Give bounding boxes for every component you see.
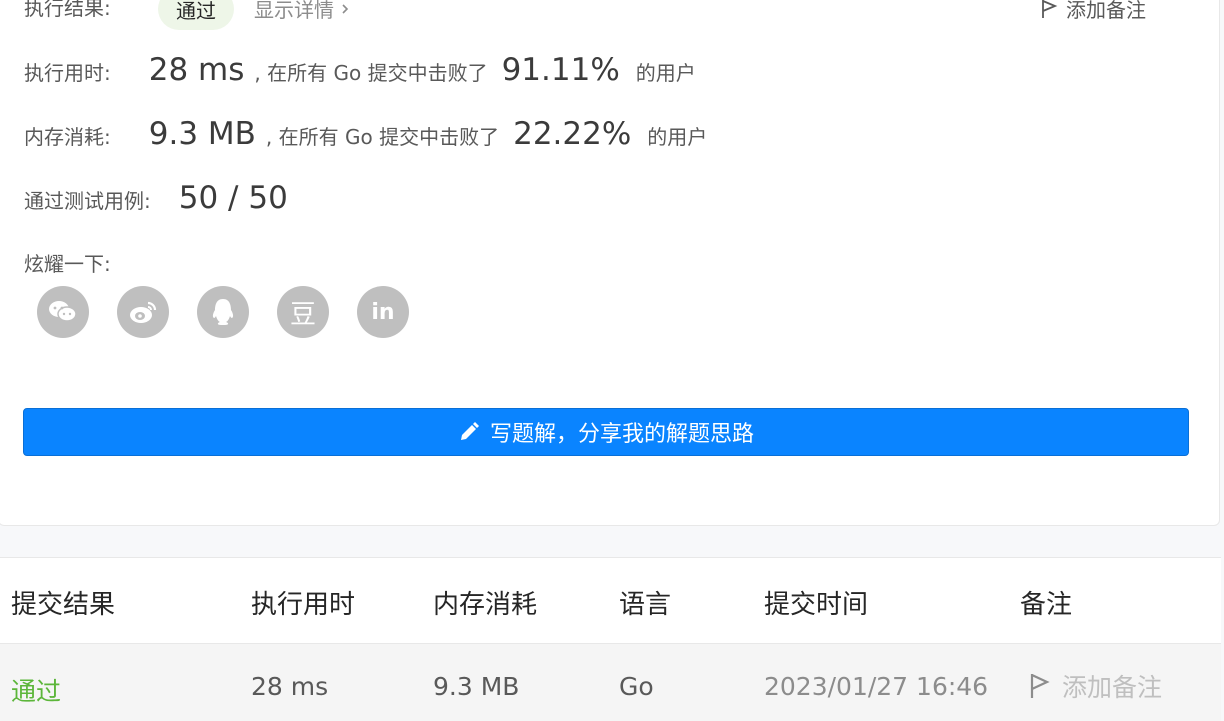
status-text: 通过 xyxy=(176,0,216,23)
runtime-value: 28 ms xyxy=(148,52,245,88)
header-result: 提交结果 xyxy=(11,590,116,620)
row-runtime: 28 ms xyxy=(251,672,329,701)
header-language: 语言 xyxy=(619,590,672,620)
linkedin-glyph: in xyxy=(371,299,395,325)
share-label: 炫耀一下: xyxy=(24,252,111,276)
table-header: 提交结果 执行用时 内存消耗 语言 提交时间 备注 xyxy=(0,558,1221,644)
flag-icon xyxy=(1030,674,1050,698)
add-note-label: 添加备注 xyxy=(1066,0,1146,22)
memory-suffix: 的用户 xyxy=(647,125,708,149)
flag-icon xyxy=(1042,0,1058,18)
runtime-percent: 91.11% xyxy=(501,52,620,88)
share-icons: 豆 in xyxy=(37,286,409,338)
show-details-link[interactable]: 显示详情 xyxy=(254,0,352,23)
header-submit-time: 提交时间 xyxy=(764,590,869,620)
qq-icon[interactable] xyxy=(197,286,249,338)
memory-compare-text: , 在所有 Go 提交中击败了 xyxy=(265,125,500,149)
tests-value: 50 / 50 xyxy=(178,180,288,216)
memory-row: 内存消耗: 9.3 MB , 在所有 Go 提交中击败了 22.22% 的用户 xyxy=(24,116,707,152)
row-memory: 9.3 MB xyxy=(433,672,520,701)
result-label: 执行结果: xyxy=(24,0,111,20)
memory-label: 内存消耗: xyxy=(24,125,111,149)
tests-row: 通过测试用例: 50 / 50 xyxy=(24,180,288,216)
row-submit-time: 2023/01/27 16:46 xyxy=(764,672,989,701)
weibo-icon[interactable] xyxy=(117,286,169,338)
row-add-note-link[interactable]: 添加备注 xyxy=(1028,668,1162,704)
add-note-link[interactable]: 添加备注 xyxy=(1040,0,1146,23)
memory-value: 9.3 MB xyxy=(148,116,256,152)
submissions-table: 提交结果 执行用时 内存消耗 语言 提交时间 备注 通过 28 ms 9.3 M… xyxy=(0,557,1221,721)
write-solution-button[interactable]: 写题解，分享我的解题思路 xyxy=(23,408,1189,456)
row-language: Go xyxy=(619,672,654,701)
douban-icon[interactable]: 豆 xyxy=(277,286,329,338)
douban-glyph: 豆 xyxy=(289,299,316,330)
result-row: 执行结果: xyxy=(24,0,111,21)
header-note: 备注 xyxy=(1020,590,1073,620)
wechat-icon[interactable] xyxy=(37,286,89,338)
linkedin-icon[interactable]: in xyxy=(357,286,409,338)
pencil-icon xyxy=(460,422,479,440)
chevron-right-icon xyxy=(342,3,349,14)
header-runtime: 执行用时 xyxy=(251,590,356,620)
table-row[interactable]: 通过 28 ms 9.3 MB Go 2023/01/27 16:46 添加备注 xyxy=(0,644,1221,721)
runtime-compare-text: , 在所有 Go 提交中击败了 xyxy=(254,61,488,85)
status-badge: 通过 xyxy=(158,0,234,30)
row-add-note-label: 添加备注 xyxy=(1062,673,1163,702)
show-details-label: 显示详情 xyxy=(254,0,334,22)
runtime-row: 执行用时: 28 ms , 在所有 Go 提交中击败了 91.11% 的用户 xyxy=(24,52,696,88)
tests-label: 通过测试用例: xyxy=(24,189,151,213)
row-result-link[interactable]: 通过 xyxy=(11,672,61,708)
memory-percent: 22.22% xyxy=(513,116,632,152)
header-memory: 内存消耗 xyxy=(433,590,538,620)
runtime-label: 执行用时: xyxy=(24,61,111,85)
write-solution-label: 写题解，分享我的解题思路 xyxy=(489,422,754,447)
runtime-suffix: 的用户 xyxy=(635,61,696,85)
